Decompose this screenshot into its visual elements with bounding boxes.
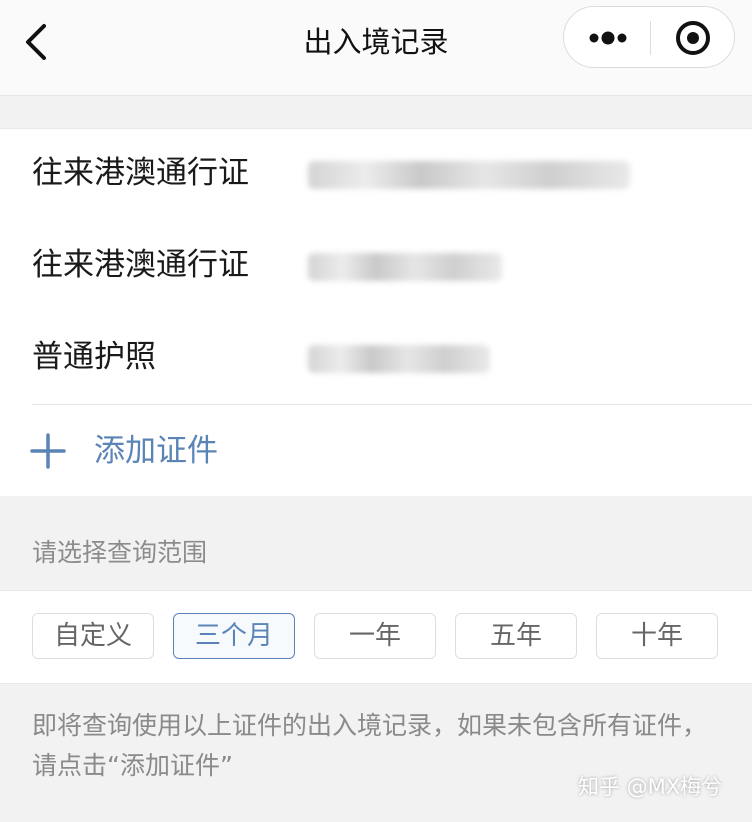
document-row[interactable]: 普通护照 [0,313,752,405]
range-option-custom[interactable]: 自定义 [32,613,154,659]
range-selector: 自定义 三个月 一年 五年 十年 [0,590,752,684]
plus-icon [30,433,66,469]
more-button[interactable] [564,7,650,67]
add-document-button[interactable]: 添加证件 [0,409,752,495]
range-option-ten-years[interactable]: 十年 [596,613,718,659]
document-type-label: 往来港澳通行证 [32,247,249,283]
document-row[interactable]: 往来港澳通行证 [0,221,752,313]
documents-card: 往来港澳通行证 往来港澳通行证 普通护照 添加证件 [0,128,752,496]
more-dots-icon [589,31,627,45]
range-hint: 请选择查询范围 [32,538,208,567]
document-row[interactable]: 往来港澳通行证 [0,129,752,221]
watermark: 知乎 @MX梅兮 [578,775,723,799]
range-option-five-years[interactable]: 五年 [455,613,577,659]
add-document-label: 添加证件 [94,433,218,469]
range-option-one-year[interactable]: 一年 [314,613,436,659]
target-circle-icon [676,21,710,55]
blurred-document-number [308,161,630,189]
close-mini-program-button[interactable] [651,7,735,67]
blurred-document-number [308,253,502,281]
document-type-label: 往来港澳通行证 [32,155,249,191]
divider [32,404,752,405]
mini-program-capsule [563,6,735,68]
nav-bar: 出入境记录 [0,0,752,96]
document-type-label: 普通护照 [32,339,156,375]
range-option-three-months[interactable]: 三个月 [173,613,295,659]
blurred-document-number [308,345,490,373]
